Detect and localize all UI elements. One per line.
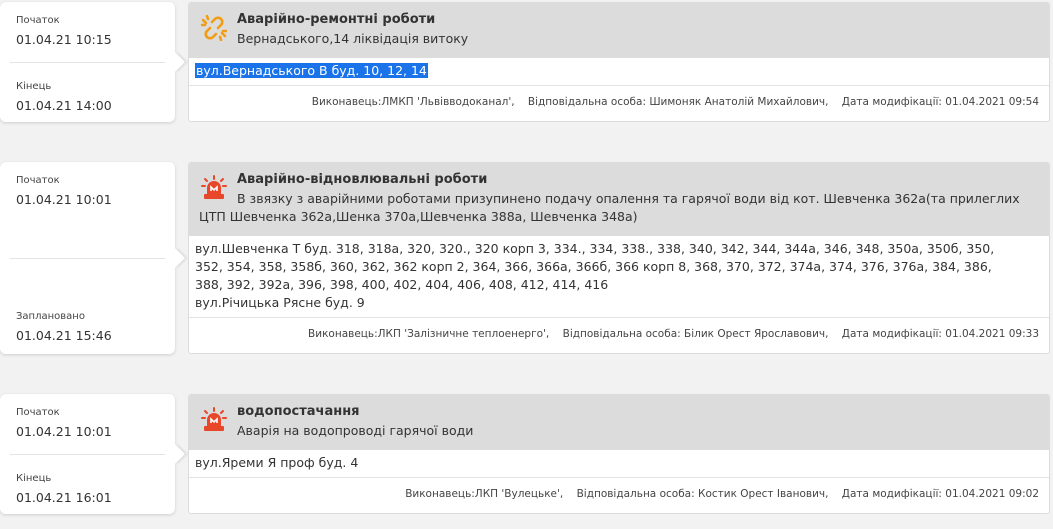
start-label: Початок [16,407,60,418]
address-line: вул.Яреми Я проф буд. 4 [195,455,359,470]
card-footer: Виконавець:ЛКП 'Залізничне теплоенерго',… [189,317,1049,353]
modified-date: Дата модифікації: 01.04.2021 09:54 [841,96,1039,108]
address-line: вул.Річицька Рясне буд. 9 [195,295,365,310]
card-footer: Виконавець:ЛМКП 'Львівводоканал', Відпов… [189,85,1049,121]
divider [10,62,165,63]
outage-subtitle-text: В звязку з аварійними роботами призупине… [199,191,1020,224]
outage-title: Аварійно-відновлювальні роботи [237,172,488,187]
siren-icon [201,407,227,433]
time-panel: Початок 01.04.21 10:01 Заплановано 01.04… [0,162,175,354]
end-value: 01.04.21 15:46 [16,328,112,343]
address-line: 352, 354, 358, 358б, 360, 362, 362 корп … [195,259,992,274]
card-header: водопостачання Аварія на водопроводі гар… [189,395,1049,450]
end-label: Заплановано [16,311,85,322]
address-line: вул.Шевченка Т буд. 318, 318а, 320, 320.… [195,241,995,256]
start-label: Початок [16,175,60,186]
responsible-person: Відповідальна особа: Костик Орест Іванов… [576,488,829,500]
address-list: вул.Вернадського В буд. 10, 12, 14 [189,58,1049,80]
executor: Виконавець:ЛКП 'Вулецьке', [405,488,564,500]
start-value: 01.04.21 10:01 [16,192,112,207]
executor: Виконавець:ЛМКП 'Львівводоканал', [311,96,515,108]
outage-title: водопостачання [237,404,360,419]
responsible-person: Відповідальна особа: Шимоняк Анатолій Ми… [527,96,829,108]
end-label: Кінець [16,473,52,484]
card-header: Аварійно-відновлювальні роботи В звязку … [189,163,1049,236]
time-panel: Початок 01.04.21 10:15 Кінець 01.04.21 1… [0,2,175,122]
start-value: 01.04.21 10:15 [16,32,112,47]
end-label: Кінець [16,81,52,92]
executor: Виконавець:ЛКП 'Залізничне теплоенерго', [308,328,550,340]
address-line: 388, 392, 392а, 396, 398, 400, 402, 404,… [195,277,609,292]
outage-title: Аварійно-ремонтні роботи [237,12,436,27]
address-line: вул.Вернадського В буд. 10, 12, 14 [195,63,428,78]
responsible-person: Відповідальна особа: Білик Орест Ярослав… [562,328,829,340]
address-list: вул.Шевченка Т буд. 318, 318а, 320, 320.… [189,236,1049,312]
card-footer: Виконавець:ЛКП 'Вулецьке', Відповідальна… [189,477,1049,513]
end-value: 01.04.21 16:01 [16,490,112,505]
divider [10,258,165,259]
modified-date: Дата модифікації: 01.04.2021 09:33 [841,328,1039,340]
address-list: вул.Яреми Я проф буд. 4 [189,450,1049,472]
divider [10,454,165,455]
start-value: 01.04.21 10:01 [16,424,112,439]
modified-date: Дата модифікації: 01.04.2021 09:02 [841,488,1039,500]
time-panel: Початок 01.04.21 10:01 Кінець 01.04.21 1… [0,394,175,514]
end-value: 01.04.21 14:00 [16,98,112,113]
outage-subtitle: Аварія на водопроводі гарячої води [237,423,474,438]
outage-card: Аварійно-ремонтні роботи Вернадського,14… [188,2,1050,122]
outage-subtitle: В звязку з аварійними роботами призупине… [199,190,1037,226]
card-header: Аварійно-ремонтні роботи Вернадського,14… [189,3,1049,58]
outage-subtitle: Вернадського,14 ліквідація витоку [237,31,469,46]
start-label: Початок [16,15,60,26]
outage-card: водопостачання Аварія на водопроводі гар… [188,394,1050,514]
outage-card: Аварійно-відновлювальні роботи В звязку … [188,162,1050,354]
broken-link-icon [200,14,228,42]
